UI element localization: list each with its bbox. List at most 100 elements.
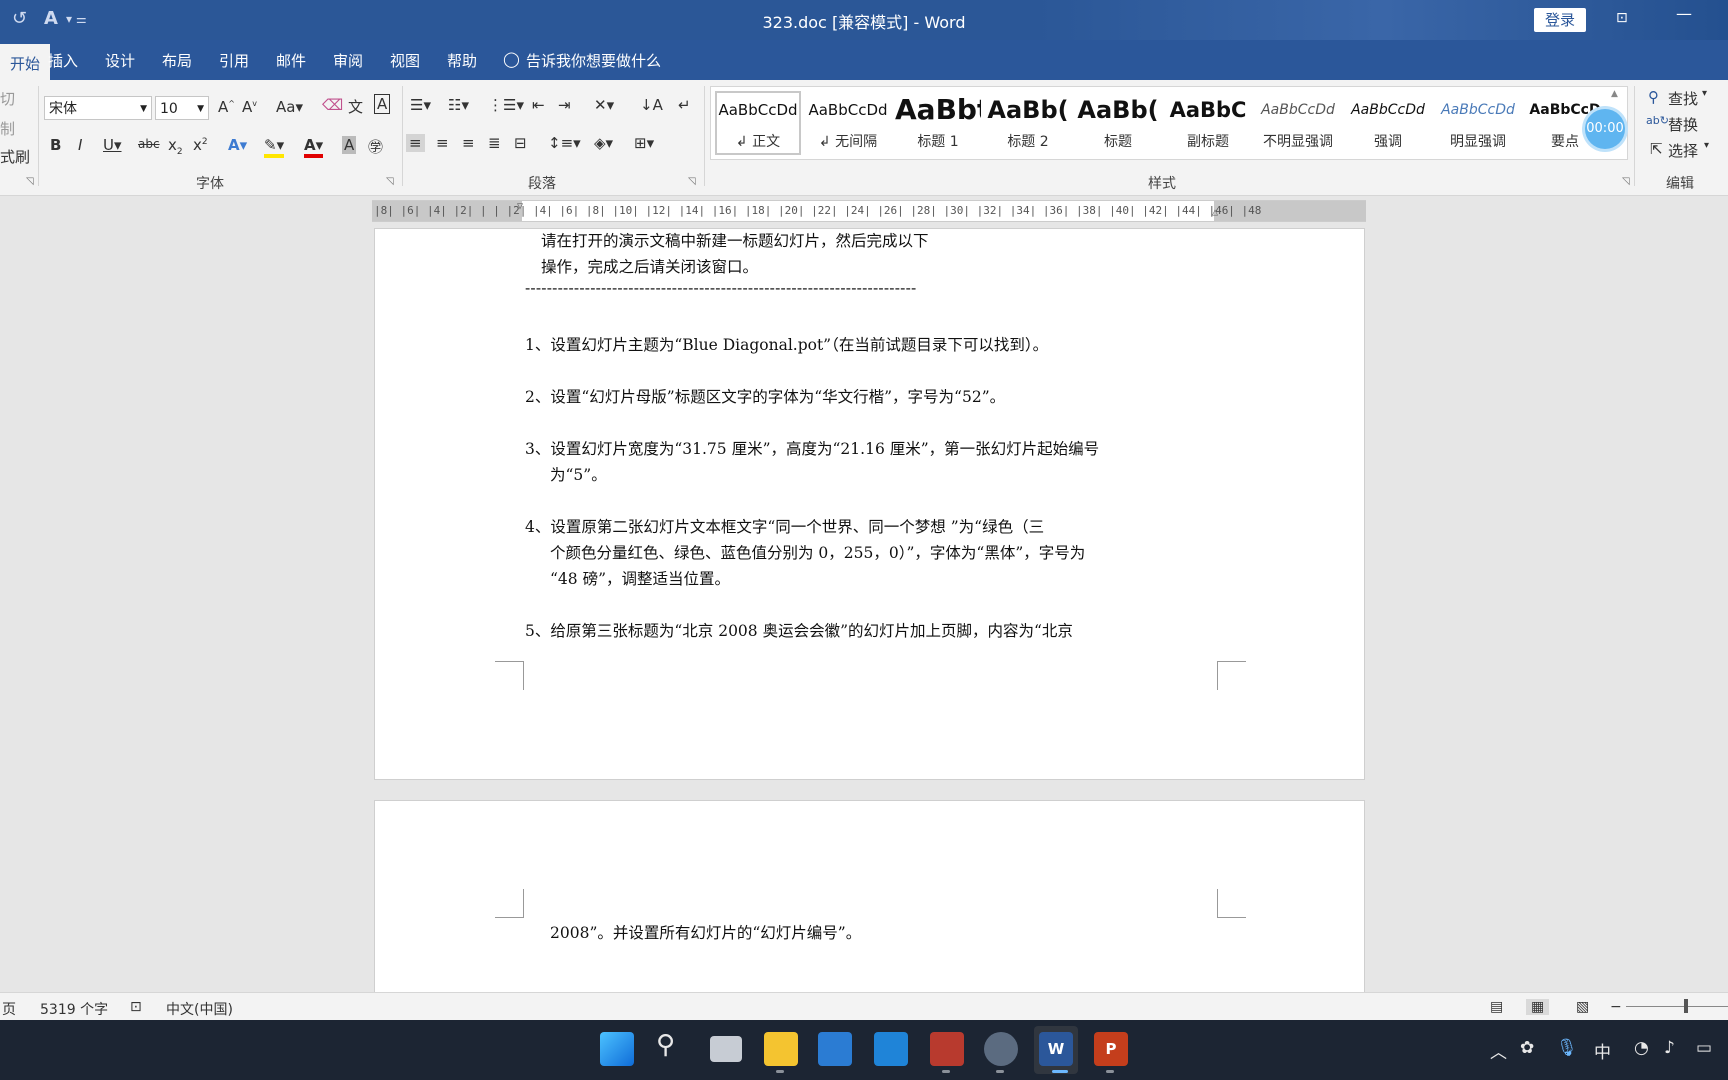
tab-mailings[interactable]: 邮件 [276, 50, 306, 71]
style-normal[interactable]: AaBbCcDd ↲ 正文 [715, 91, 801, 155]
app-tray-icon[interactable]: ✿ [1520, 1038, 1534, 1058]
format-painter-button[interactable]: 式刷 [0, 146, 30, 167]
align-left-icon[interactable]: ≡ [406, 134, 425, 152]
gallery-scroll-up-icon[interactable]: ▲ [1611, 89, 1618, 99]
distributed-icon[interactable]: ⊟ [514, 134, 527, 152]
mail-icon[interactable] [874, 1032, 908, 1066]
multilevel-list-icon[interactable]: ⋮☰▾ [488, 96, 524, 114]
paragraph-launcher-icon[interactable]: ◹ [688, 176, 696, 187]
chinese-layout-icon[interactable]: ✕▾ [594, 96, 614, 114]
style-no-spacing[interactable]: AaBbCcDd ↲ 无间隔 [805, 93, 891, 157]
file-explorer-icon[interactable] [764, 1032, 798, 1066]
tab-review[interactable]: 审阅 [333, 50, 363, 71]
select-button[interactable]: 选择 [1668, 140, 1698, 161]
font-size-combo[interactable]: 10 ▼ [155, 96, 209, 120]
bullets-icon[interactable]: ☰▾ [410, 96, 431, 114]
chevron-up-icon[interactable]: ︿ [1490, 1038, 1507, 1063]
archive-app-icon[interactable] [930, 1032, 964, 1066]
text-effects-icon[interactable]: A▾ [228, 136, 247, 154]
find-button[interactable]: 查找 [1668, 88, 1698, 109]
web-layout-icon[interactable]: ▧ [1576, 999, 1589, 1015]
zoom-slider[interactable] [1626, 1006, 1728, 1007]
superscript-icon[interactable]: x2 [193, 136, 208, 154]
grow-font-icon[interactable]: A^ [218, 98, 235, 116]
login-button[interactable]: 登录 [1534, 8, 1586, 32]
change-case-icon[interactable]: Aa▾ [276, 98, 303, 116]
language-indicator[interactable]: 中文(中国) [166, 999, 233, 1019]
copy-button[interactable]: 制 [0, 118, 15, 139]
clear-formatting-icon[interactable]: ⌫ [322, 96, 343, 114]
style-title[interactable]: AaBb( 标题 [1075, 93, 1161, 157]
word-icon[interactable]: W [1039, 1032, 1073, 1066]
recording-timer[interactable]: 00:00 [1585, 109, 1625, 149]
tab-help[interactable]: 帮助 [447, 50, 477, 71]
indent-marker-icon[interactable]: ▽ [517, 201, 523, 212]
tab-view[interactable]: 视图 [390, 50, 420, 71]
style-intense-emphasis[interactable]: AaBbCcDd 明显强调 [1435, 93, 1521, 157]
style-subtle-emphasis[interactable]: AaBbCcDd 不明显强调 [1255, 93, 1341, 157]
wifi-icon[interactable]: ◔ [1634, 1038, 1649, 1058]
font-name-combo[interactable]: 宋体 ▼ [44, 96, 152, 120]
line-spacing-icon[interactable]: ↕≡▾ [548, 134, 581, 152]
tab-insert[interactable]: 插入 [48, 50, 78, 71]
styles-launcher-icon[interactable]: ◹ [1622, 176, 1630, 187]
search-icon[interactable]: ⚲ [656, 1030, 675, 1060]
tab-design[interactable]: 设计 [105, 50, 135, 71]
style-subtitle[interactable]: AaBbC 副标题 [1165, 93, 1251, 157]
task-view-icon[interactable] [710, 1036, 742, 1062]
sort-icon[interactable]: ↓A [640, 96, 663, 114]
underline-icon[interactable]: U▾ [103, 136, 122, 154]
browser-icon[interactable] [984, 1032, 1018, 1066]
microphone-icon[interactable]: 🎙 [1556, 1038, 1578, 1058]
ribbon-display-icon[interactable]: ⊡ [1616, 10, 1628, 26]
style-heading2[interactable]: AaBb( 标题 2 [985, 93, 1071, 157]
tab-references[interactable]: 引用 [219, 50, 249, 71]
document-page[interactable]: 请在打开的演示文稿中新建一标题幻灯片，然后完成以下 操作，完成之后请关闭该窗口。… [374, 228, 1365, 780]
align-center-icon[interactable]: ≡ [436, 134, 449, 152]
chevron-down-icon[interactable]: ▾ [1704, 140, 1709, 151]
horizontal-ruler[interactable]: |8| |6| |4| |2| | | |2| |4| |6| |8| |10|… [372, 200, 1366, 222]
style-emphasis[interactable]: AaBbCcDd 强调 [1345, 93, 1431, 157]
borders-icon[interactable]: ⊞▾ [634, 134, 654, 152]
battery-icon[interactable]: ▭ [1696, 1038, 1712, 1058]
shading-icon[interactable]: ◈▾ [594, 134, 613, 152]
phonetic-guide-icon[interactable]: 文 [348, 96, 363, 117]
ime-indicator[interactable]: 中 [1594, 1038, 1611, 1063]
decrease-indent-icon[interactable]: ⇤ [532, 96, 545, 114]
word-count[interactable]: 5319 个字 [40, 999, 108, 1019]
replace-button[interactable]: 替换 [1668, 114, 1698, 135]
read-mode-icon[interactable]: ▤ [1490, 999, 1503, 1015]
right-indent-marker-icon[interactable]: △ [1212, 207, 1218, 218]
print-layout-icon[interactable]: ▦ [1526, 999, 1550, 1015]
enclose-characters-icon[interactable]: ㊫ [368, 136, 383, 157]
powerpoint-icon[interactable]: P [1094, 1032, 1128, 1066]
font-color-icon[interactable]: A▾ [304, 136, 324, 158]
volume-icon[interactable]: ♪ [1664, 1038, 1675, 1058]
clipboard-launcher-icon[interactable]: ◹ [26, 176, 34, 187]
page-indicator[interactable]: 页 [2, 999, 16, 1019]
start-icon[interactable] [600, 1032, 634, 1066]
shrink-font-icon[interactable]: Av [242, 98, 257, 116]
bold-icon[interactable]: B [50, 136, 61, 154]
style-heading1[interactable]: AaBbt 标题 1 [895, 93, 981, 157]
align-right-icon[interactable]: ≡ [462, 134, 475, 152]
font-launcher-icon[interactable]: ◹ [386, 176, 394, 187]
tab-home[interactable]: 开始 [0, 44, 51, 80]
tab-layout[interactable]: 布局 [162, 50, 192, 71]
minimize-button[interactable]: — [1676, 4, 1692, 23]
highlight-icon[interactable]: ✎▾ [264, 136, 285, 158]
character-border-icon[interactable]: A [374, 94, 391, 114]
italic-icon[interactable]: I [78, 136, 82, 154]
document-page[interactable]: 2008”。并设置所有幻灯片的“幻灯片编号”。 [374, 800, 1365, 992]
strikethrough-icon[interactable]: abc [138, 137, 160, 151]
zoom-slider-thumb[interactable] [1684, 999, 1688, 1013]
justify-icon[interactable]: ≣ [488, 134, 501, 152]
proofing-icon[interactable]: ⊡ [130, 999, 142, 1015]
numbering-icon[interactable]: ☷▾ [448, 96, 469, 114]
subscript-icon[interactable]: x2 [168, 136, 183, 157]
chevron-down-icon[interactable]: ▾ [1702, 88, 1707, 99]
character-shading-icon[interactable]: A [342, 136, 357, 154]
show-marks-icon[interactable]: ↵ [678, 96, 691, 114]
store-icon[interactable] [818, 1032, 852, 1066]
zoom-out-icon[interactable]: − [1610, 999, 1622, 1015]
